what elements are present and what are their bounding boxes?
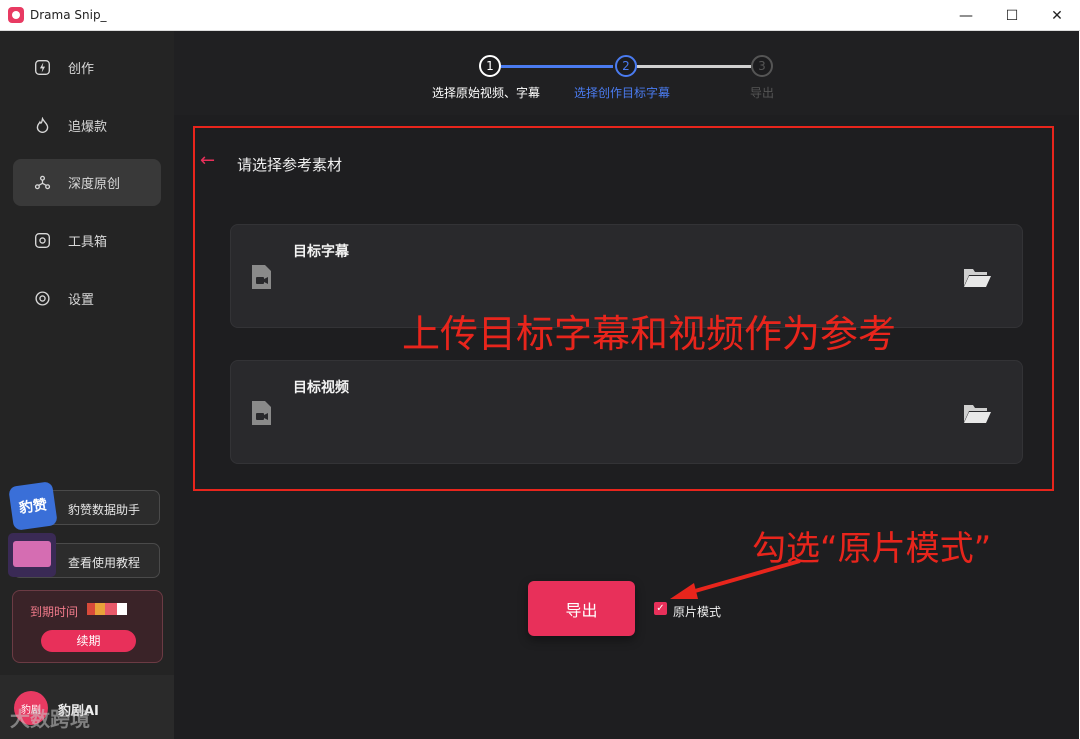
step-1-label: 选择原始视频、字幕 (432, 86, 541, 100)
settings-icon (34, 290, 51, 307)
title-bar: Drama Snip_ — ☐ ✕ (0, 0, 1080, 31)
panel-title: 请选择参考素材 (237, 156, 343, 174)
app-logo-icon (8, 7, 24, 23)
step-1-circle: 1 (479, 55, 501, 77)
bolt-icon (34, 59, 51, 76)
sidebar-item-settings[interactable]: 设置 (13, 275, 161, 322)
renew-button[interactable]: 续期 (41, 630, 136, 652)
expiry-box: 到期时间 续期 (12, 590, 163, 663)
step-3-circle: 3 (751, 55, 773, 77)
expire-date-redacted (87, 603, 127, 615)
sidebar-item-trending[interactable]: 追爆款 (13, 102, 161, 149)
step-2-circle: 2 (615, 55, 637, 77)
tutorial-thumbnail (8, 533, 56, 577)
folder-open-icon[interactable] (962, 401, 992, 425)
minimize-button[interactable]: — (943, 0, 989, 31)
step-connector-done (501, 65, 613, 68)
target-video-card[interactable]: 目标视频 (230, 360, 1023, 464)
toolbox-icon (34, 232, 51, 249)
sidebar: 创作 追爆款 深度原创 工具箱 设置 豹赞数据助手 豹赞 查看使用教程 到期时间… (0, 31, 174, 739)
watermark: 大数跨境 (10, 707, 90, 731)
sidebar-item-toolbox[interactable]: 工具箱 (13, 217, 161, 264)
sidebar-item-label: 追爆款 (68, 120, 108, 135)
video-file-icon (252, 401, 271, 425)
sidebar-item-label: 工具箱 (68, 235, 108, 250)
export-button[interactable]: 导出 (528, 581, 635, 636)
step-2-label: 选择创作目标字幕 (574, 86, 671, 100)
close-button[interactable]: ✕ (1034, 0, 1080, 31)
card-title: 目标字幕 (293, 244, 349, 260)
data-assistant-label: 豹赞数据助手 (68, 503, 141, 517)
original-mode-label[interactable]: 原片模式 (673, 603, 721, 620)
data-assistant-logo: 豹赞 (8, 481, 58, 531)
sidebar-item-label: 设置 (68, 293, 95, 308)
folder-open-icon[interactable] (962, 265, 992, 289)
step-connector-pending (637, 65, 751, 68)
back-arrow-icon[interactable]: ← (200, 150, 215, 171)
annotation-arrow-icon (670, 559, 801, 599)
nodes-icon (34, 174, 51, 191)
expire-label: 到期时间 (30, 605, 79, 619)
video-file-icon (252, 265, 271, 289)
card-title: 目标视频 (293, 380, 349, 396)
maximize-button[interactable]: ☐ (989, 0, 1035, 31)
sidebar-item-label: 创作 (68, 62, 95, 77)
flame-icon (34, 117, 51, 134)
annotation-upload-hint: 上传目标字幕和视频作为参考 (402, 312, 897, 356)
stepper: 1 2 3 选择原始视频、字幕 选择创作目标字幕 导出 (174, 31, 1079, 115)
window-title: Drama Snip_ (30, 8, 107, 22)
sidebar-item-create[interactable]: 创作 (13, 44, 161, 91)
original-mode-checkbox[interactable]: ✓ (654, 602, 667, 615)
step-3-label: 导出 (750, 86, 775, 100)
sidebar-item-label: 深度原创 (68, 177, 121, 192)
sidebar-item-deep-original[interactable]: 深度原创 (13, 159, 161, 206)
tutorial-label: 查看使用教程 (68, 556, 141, 570)
